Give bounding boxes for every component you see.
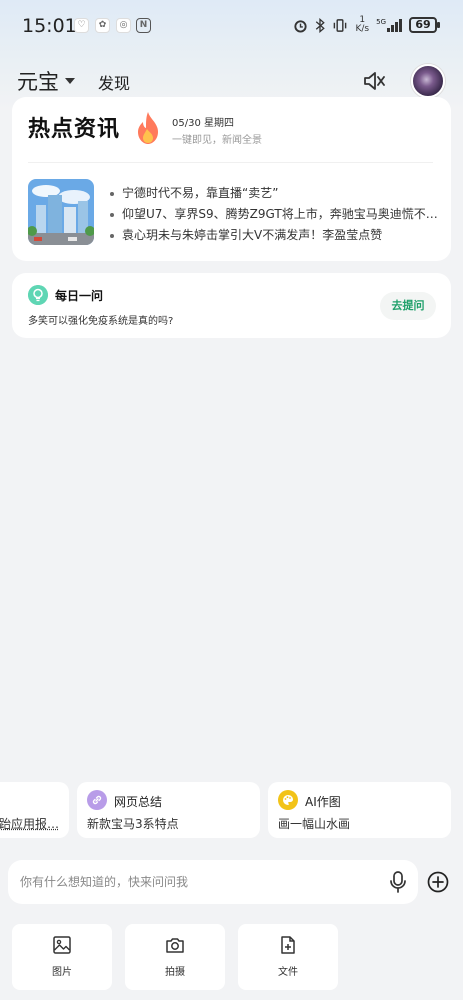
news-card[interactable]: 热点资讯 05/30 星期四 一键即见，新闻全景 宁德时代不易，靠直播“卖艺” … [12,97,451,261]
tool-bar: 图片 拍摄 文件 [0,914,463,1000]
news-item[interactable]: 仰望U7、享界S9、腾势Z9GT将上市，奔驰宝马奥迪慌不… [110,204,440,225]
vibrate-icon [334,18,347,32]
status-time: 15:01 [22,15,77,37]
tool-label: 拍摄 [165,967,185,978]
caret-down-icon [65,78,75,84]
network-type: 5G [376,18,386,26]
microphone-icon[interactable] [389,871,407,893]
tool-camera[interactable]: 拍摄 [125,924,225,990]
nfc-icon: N [136,18,151,33]
app-header: 元宝 发现 [0,58,463,102]
net-speed-unit: K/s [355,24,370,34]
alarm-icon [294,19,308,33]
image-icon [53,936,71,954]
flame-icon [138,112,158,144]
news-list: 宁德时代不易，靠直播“卖艺” 仰望U7、享界S9、腾势Z9GT将上市，奔驰宝马奥… [110,183,440,246]
chat-input[interactable] [20,860,380,904]
heart-app-icon: ♡ [74,18,89,33]
plus-circle-icon[interactable] [427,871,449,893]
ask-button[interactable]: 去提问 [380,292,436,320]
tool-label: 图片 [52,967,72,978]
tool-file[interactable]: 文件 [238,924,338,990]
file-icon [281,936,295,954]
news-item[interactable]: 袁心玥未与朱婷击掌引大V不满发声！李盈莹点赞 [110,225,440,246]
bluetooth-icon [316,17,326,33]
news-item[interactable]: 宁德时代不易，靠直播“卖艺” [110,183,440,204]
brand-switcher[interactable]: 元宝 [17,66,75,96]
suggestion-title: 网页总结 [114,795,163,809]
network-speed: 1 K/s [355,16,369,34]
status-right: 1 K/s 5G 69 [293,16,440,34]
suggestion-desc: 跆应用报… [0,817,59,831]
suggestion-card-ai-drawing[interactable]: AI作图 画一幅山水画 [268,782,451,838]
suggestion-card-app[interactable]: 跆应用报… [0,782,69,838]
divider [28,162,433,163]
sync-app-icon: ✿ [95,18,110,33]
brand-name: 元宝 [17,70,59,94]
status-bar: 15:01 ♡ ✿ ◎ N 1 K/s 5G 69 [0,0,463,54]
bulb-icon [28,285,48,305]
input-bar [0,852,463,914]
daily-question-card[interactable]: 每日一问 多笑可以强化免疫系统是真的吗? 去提问 [12,273,451,338]
notify-app-icon: ◎ [116,18,131,33]
speaker-mute-icon[interactable] [362,70,386,92]
tab-discover[interactable]: 发现 [98,70,130,94]
suggestion-card-web-summary[interactable]: 网页总结 新款宝马3系特点 [77,782,260,838]
news-date: 05/30 星期四 [172,118,234,129]
camera-icon [166,938,184,953]
suggestion-desc: 新款宝马3系特点 [87,817,179,831]
avatar[interactable] [411,64,445,98]
news-card-title: 热点资讯 [28,116,121,142]
chat-input-box[interactable] [8,860,418,904]
battery-icon: 69 [409,17,440,33]
tool-image[interactable]: 图片 [12,924,112,990]
signal-strength-icon: 5G [376,18,402,32]
tool-label: 文件 [278,967,298,978]
news-thumbnail-image [28,179,94,245]
palette-icon [278,790,298,810]
news-subtitle: 一键即见，新闻全景 [172,135,262,146]
suggestion-title: AI作图 [305,795,341,809]
daily-title: 每日一问 [55,289,104,303]
daily-question: 多笑可以强化免疫系统是真的吗? [28,316,174,327]
suggestion-desc: 画一幅山水画 [278,817,351,831]
link-icon [87,790,107,810]
